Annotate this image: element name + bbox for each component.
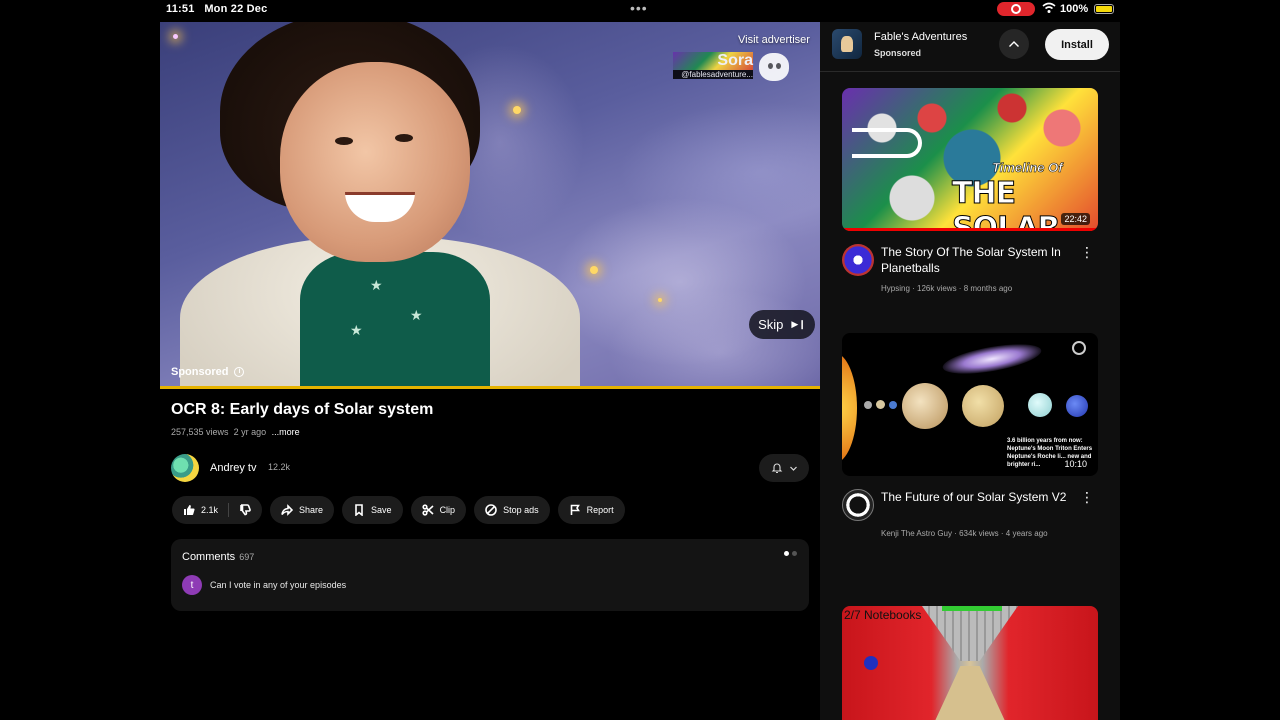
status-time: 11:51 Mon 22 Dec	[166, 3, 268, 15]
wifi-icon	[1042, 2, 1056, 17]
ad-sponsored-label: Sponsored	[874, 48, 922, 58]
recommended-title[interactable]: The Story Of The Solar System In Planetb…	[881, 244, 1071, 276]
video-frame-face	[280, 62, 470, 262]
recommended-video[interactable]: 3.6 billion years from now: Neptune's Mo…	[842, 333, 1098, 563]
sun-graphic	[842, 353, 857, 463]
bookmark-icon	[355, 504, 363, 516]
neptune-graphic	[1066, 395, 1088, 417]
recommended-title[interactable]: The Future of our Solar System V2	[881, 489, 1071, 505]
planet-graphic	[876, 400, 885, 409]
advertiser-name[interactable]: Fable's Adventures	[874, 31, 967, 43]
report-button[interactable]: Report	[557, 496, 625, 524]
stamina-bar	[942, 606, 1002, 611]
flag-icon	[570, 504, 580, 515]
video-duration: 10:10	[1061, 458, 1090, 470]
comment-text: Can I vote in any of your episodes	[210, 580, 347, 590]
comments-pager-dots[interactable]	[784, 551, 797, 556]
status-bar: 11:51 Mon 22 Dec ••• 100%	[0, 0, 1280, 20]
video-meta[interactable]: 257,535 views 2 yr ago ...more	[171, 427, 300, 437]
advertiser-logo[interactable]	[832, 29, 862, 59]
chevron-up-icon	[1009, 41, 1019, 47]
skip-next-icon: ▶❙	[791, 319, 806, 329]
comment-avatar[interactable]: t	[182, 575, 202, 595]
star-decoration: ★	[410, 307, 423, 323]
recommended-video[interactable]: Timeline Of THE SOLAR 22:42 The Story Of…	[842, 88, 1098, 298]
saturn-graphic	[962, 385, 1004, 427]
recommended-meta: Kenji The Astro Guy · 634k views · 4 yea…	[881, 529, 1048, 538]
video-duration: 22:42	[1061, 213, 1090, 225]
comments-header: Comments 697	[182, 551, 255, 563]
action-bar: 2.1k Share Save Clip Stop ads Report	[172, 496, 625, 524]
battery-icon	[1094, 4, 1114, 14]
sponsored-label[interactable]: Sponsored i	[171, 366, 245, 378]
right-sidebar: Fable's Adventures Sponsored Install Tim…	[820, 22, 1120, 720]
floor-graphic	[922, 666, 1018, 720]
screen-recording-indicator[interactable]	[997, 2, 1035, 16]
install-button[interactable]: Install	[1045, 29, 1109, 60]
battery-percent: 100%	[1060, 3, 1089, 15]
ad-companion-card[interactable]: Fable's Adventures Sponsored Install	[820, 22, 1120, 72]
channel-name[interactable]: Andrey tv	[210, 462, 256, 474]
info-icon[interactable]: i	[234, 367, 245, 377]
video-frame-eye	[335, 137, 353, 145]
like-count: 2.1k	[201, 505, 219, 515]
bell-icon	[771, 463, 782, 474]
planet-graphic	[889, 401, 897, 409]
notifications-button[interactable]	[759, 454, 809, 482]
planet-graphic	[864, 401, 872, 409]
video-thumbnail[interactable]: 3.6 billion years from now: Neptune's Mo…	[842, 333, 1098, 476]
comments-panel[interactable]: Comments 697 t Can I vote in any of your …	[171, 539, 809, 611]
star-decoration: ★	[370, 277, 383, 293]
ad-progress-bar[interactable]	[160, 386, 820, 389]
share-icon	[281, 504, 294, 516]
light-glow	[590, 266, 598, 274]
arrow-graphic	[852, 128, 922, 158]
chevron-down-icon	[789, 466, 797, 471]
thumbs-up-icon	[184, 505, 195, 515]
sora-logo-icon	[759, 53, 789, 81]
save-button[interactable]: Save	[342, 496, 403, 524]
recommended-meta: Hypsing · 126k views · 8 months ago	[881, 284, 1013, 293]
comments-count: 697	[239, 552, 255, 562]
thumbs-down-icon[interactable]	[239, 504, 251, 516]
skip-ad-button[interactable]: Skip ▶❙	[749, 310, 815, 339]
channel-avatar[interactable]	[842, 244, 874, 276]
jupiter-graphic	[902, 383, 948, 429]
more-options-icon[interactable]: ⋮	[1080, 245, 1094, 259]
more-link[interactable]: ...more	[272, 427, 300, 437]
video-frame-scarf	[300, 252, 490, 386]
star-decoration: ★	[350, 322, 363, 338]
watch-progress-bar	[842, 228, 1098, 231]
ball-graphic	[864, 656, 878, 670]
light-glow	[658, 298, 662, 302]
like-dislike-button[interactable]: 2.1k	[172, 496, 263, 524]
channel-avatar[interactable]	[171, 454, 199, 482]
uranus-graphic	[1028, 393, 1052, 417]
visit-advertiser-link[interactable]: Visit advertiser	[738, 34, 810, 46]
video-player[interactable]: ★ ★ ★ Sora @fablesadventure...	[160, 22, 820, 386]
channel-watermark-icon	[1072, 341, 1086, 355]
video-title: OCR 8: Early days of Solar system	[171, 401, 434, 418]
channel-row: Andrey tv 12.2k	[171, 454, 809, 482]
multitask-dots[interactable]: •••	[630, 1, 648, 15]
galaxy-graphic	[940, 338, 1044, 380]
block-icon	[485, 504, 497, 516]
collapse-button[interactable]	[999, 29, 1029, 59]
subscriber-count: 12.2k	[268, 462, 291, 472]
clip-button[interactable]: Clip	[410, 496, 467, 524]
more-options-icon[interactable]: ⋮	[1080, 490, 1094, 504]
divider	[228, 503, 230, 517]
stop-ads-button[interactable]: Stop ads	[474, 496, 550, 524]
light-glow	[513, 106, 521, 114]
video-thumbnail[interactable]: 2/7 Notebooks	[842, 606, 1098, 720]
sora-watermark: Sora @fablesadventure...	[673, 52, 753, 79]
video-thumbnail[interactable]: Timeline Of THE SOLAR 22:42	[842, 88, 1098, 231]
ceiling-graphic	[922, 606, 1018, 661]
light-glow	[173, 34, 178, 39]
share-button[interactable]: Share	[270, 496, 335, 524]
channel-avatar[interactable]	[842, 489, 874, 521]
video-frame-eye	[395, 134, 413, 142]
recommended-video[interactable]: 2/7 Notebooks	[842, 606, 1098, 720]
scissors-icon	[421, 504, 434, 516]
